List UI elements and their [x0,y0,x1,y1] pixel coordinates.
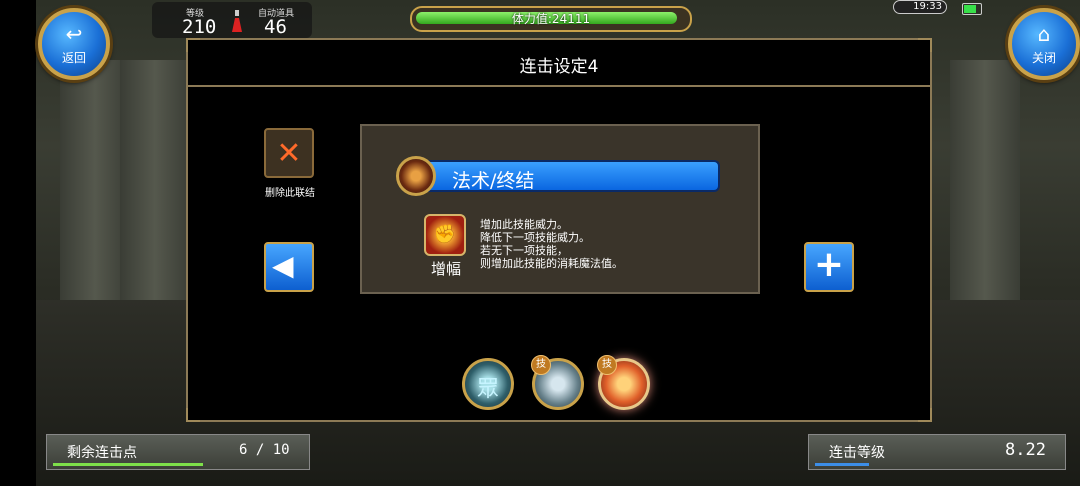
auto-item-value: 46 [264,16,287,38]
frame-corner [186,408,200,422]
delete-link-label: 删除此联结 [265,188,315,199]
skill-name: 法术/终结 [452,170,535,192]
combo-settings-dialog: 连击设定4 ✕ 删除此联结 ◀ 法术/终结 ✊ 增幅 增加此技能威力。 降低下一… [186,38,932,422]
background-pillar [120,60,190,310]
home-icon: ⌂ [1037,22,1051,46]
level-value: 210 [182,16,217,38]
combo-skill-slot-selected[interactable]: 技 [597,355,650,410]
return-arrow-icon: ↩ [65,22,83,46]
remaining-label: 剩余连击点 [67,445,137,461]
delete-link-button[interactable]: ✕ [264,128,314,178]
close-label: 关闭 [1031,51,1056,65]
battery-icon [962,3,982,15]
frame-corner [918,408,932,422]
buff-icon: ✊ [424,214,466,256]
remaining-progress [53,463,203,466]
combo-level-progress [815,463,869,466]
combo-level-label: 连击等级 [829,445,885,461]
description-line: 降低下一项技能威力。 [480,231,590,244]
skill-rune-icon: 眾 [476,377,499,402]
description-line: 增加此技能威力。 [480,218,568,231]
remaining-value: 6 / 10 [239,442,290,458]
combo-skill-slot[interactable]: 技 [531,355,584,410]
skill-badge-icon: 技 [531,355,551,375]
description-line: 则增加此技能的消耗魔法值。 [480,257,623,270]
skill-selector[interactable]: 法术/终结 [422,160,720,192]
stamina-text: 体力值:24111 [511,12,591,26]
frame-corner [186,38,200,52]
fist-icon: ✊ [433,224,457,245]
frame-corner [918,38,932,52]
player-stats: 等级 210 自动道具 46 [152,2,312,38]
stamina-bar: 体力值:24111 [410,6,692,32]
skill-icon [396,156,436,196]
background-pillar [950,60,1020,310]
back-button[interactable]: ↩ 返回 [38,8,110,80]
buff-label: 增幅 [430,260,461,278]
screen-edge [0,0,36,486]
previous-button[interactable]: ◀ [264,242,314,292]
back-label: 返回 [61,51,86,65]
skill-panel: 法术/终结 ✊ 增幅 增加此技能威力。 降低下一项技能威力。 若无下一项技能， … [360,124,760,294]
description-line: 若无下一项技能， [480,244,568,257]
combo-skill-slot[interactable]: 眾 [462,358,514,410]
close-button[interactable]: ⌂ 关闭 [1008,8,1080,80]
add-button[interactable]: + [804,242,854,292]
dialog-title: 连击设定4 [519,57,599,77]
plus-icon: + [813,244,845,285]
combo-level: 连击等级 8.22 [808,434,1066,470]
remaining-combo-points: 剩余连击点 6 / 10 [46,434,310,470]
buff-description: 增加此技能威力。 降低下一项技能威力。 若无下一项技能， 则增加此技能的消耗魔法… [480,218,623,270]
potion-icon [230,10,244,32]
combo-level-value: 8.22 [1005,440,1046,460]
skill-badge-icon: 技 [597,355,617,375]
title-divider [188,85,930,87]
close-x-icon: ✕ [276,136,302,171]
clock: 19:33 [893,0,947,14]
left-arrow-icon: ◀ [272,249,294,282]
